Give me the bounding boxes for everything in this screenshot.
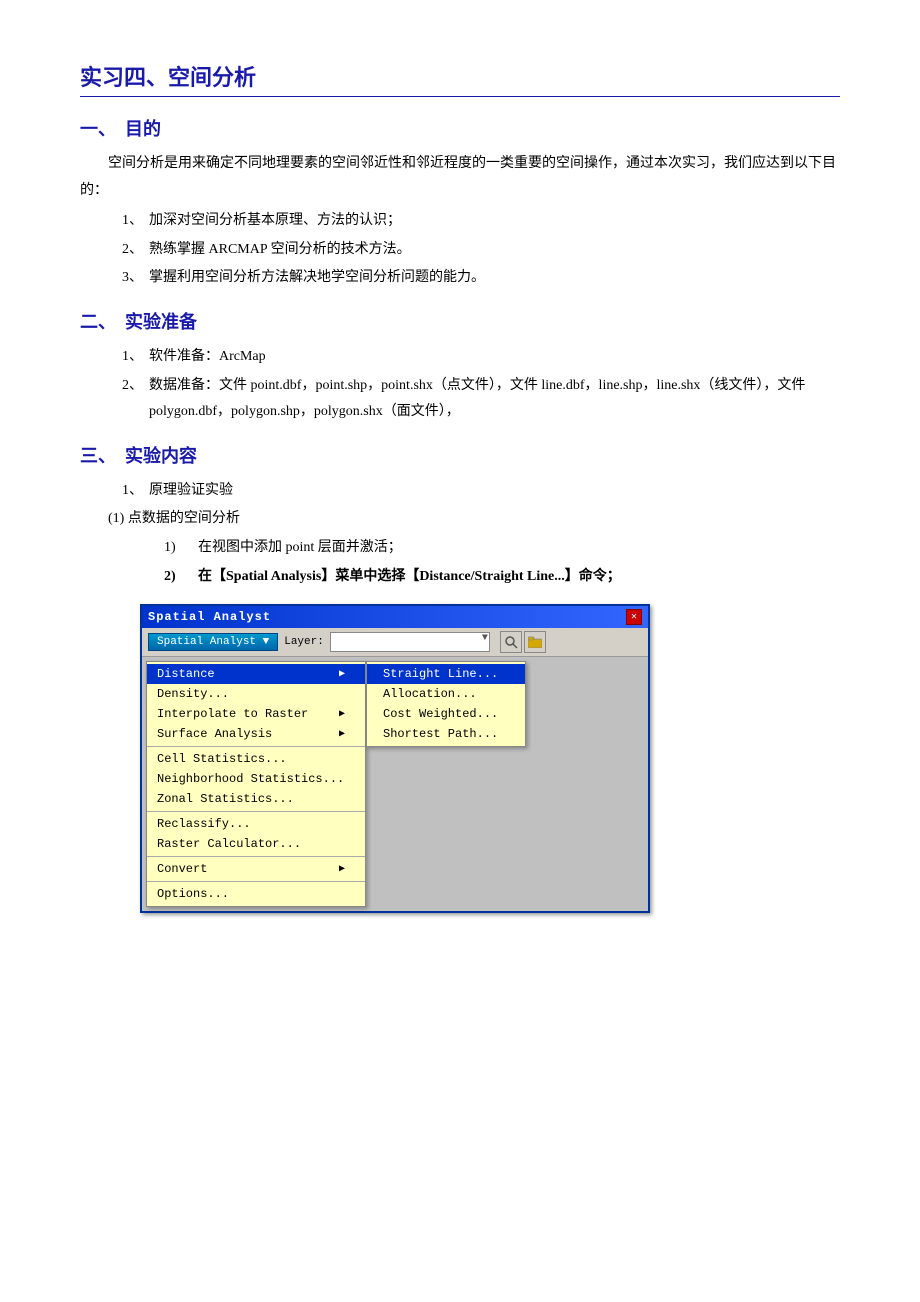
menu-item-label: Surface Analysis bbox=[157, 727, 272, 741]
step-text: 在视图中添加 point 层面并激活； bbox=[198, 535, 402, 562]
magnify-svg bbox=[504, 635, 518, 649]
submenu-arrow: ▶ bbox=[339, 668, 345, 680]
menu-item-density[interactable]: Density... bbox=[147, 684, 365, 704]
section-1: 一、 目的 空间分析是用来确定不同地理要素的空间邻近性和邻近程度的一类重要的空间… bbox=[80, 115, 840, 292]
menu-divider bbox=[147, 811, 365, 812]
toolbar-icons bbox=[500, 631, 546, 653]
arcgis-titlebar: Spatial Analyst ✕ bbox=[142, 606, 648, 628]
arcgis-toolbar: Spatial Analyst ▼ Layer: ▼ bbox=[142, 628, 648, 657]
submenu-arrow: ▶ bbox=[339, 708, 345, 720]
list-item: 1、 原理验证实验 bbox=[108, 478, 840, 505]
menu-item-zonal[interactable]: Zonal Statistics... bbox=[147, 789, 365, 809]
toolbar-btn-label: Spatial Analyst ▼ bbox=[157, 636, 269, 648]
menu-divider bbox=[147, 856, 365, 857]
submenu-item-label: Shortest Path... bbox=[383, 727, 498, 741]
list-text: 软件准备：ArcMap bbox=[149, 344, 840, 371]
section-3-title: 三、 实验内容 bbox=[80, 442, 840, 468]
submenu-item-label: Cost Weighted... bbox=[383, 707, 498, 721]
window-title: Spatial Analyst bbox=[148, 610, 271, 624]
section-1-list: 1、 加深对空间分析基本原理、方法的认识； 2、 熟练掌握 ARCMAP 空间分… bbox=[108, 208, 840, 292]
list-num: 2、 bbox=[108, 237, 143, 264]
section-2: 二、 实验准备 1、 软件准备：ArcMap 2、 数据准备：文件 point.… bbox=[80, 308, 840, 426]
list-num: 1、 bbox=[108, 208, 143, 235]
menu-item-neighborhood[interactable]: Neighborhood Statistics... bbox=[147, 769, 365, 789]
menu-item-label: Neighborhood Statistics... bbox=[157, 772, 344, 786]
list-item: 1、 软件准备：ArcMap bbox=[108, 344, 840, 371]
sub-step-1: 1) 在视图中添加 point 层面并激活； bbox=[164, 535, 840, 562]
submenu-item-label: Straight Line... bbox=[383, 667, 498, 681]
menu-item-label: Cell Statistics... bbox=[157, 752, 287, 766]
folder-svg bbox=[528, 636, 542, 648]
layer-label: Layer: bbox=[284, 636, 324, 648]
menu-item-reclassify[interactable]: Reclassify... bbox=[147, 814, 365, 834]
section-1-intro: 空间分析是用来确定不同地理要素的空间邻近性和邻近程度的一类重要的空间操作，通过本… bbox=[80, 151, 840, 204]
sub-section-label: (1) 点数据的空间分析 bbox=[108, 506, 840, 533]
menu-item-options[interactable]: Options... bbox=[147, 884, 365, 904]
menu-item-label: Zonal Statistics... bbox=[157, 792, 294, 806]
section-3: 三、 实验内容 1、 原理验证实验 (1) 点数据的空间分析 1) 在视图中添加… bbox=[80, 442, 840, 590]
list-item: 2、 熟练掌握 ARCMAP 空间分析的技术方法。 bbox=[108, 237, 840, 264]
toolbar-icon-magnify[interactable] bbox=[500, 631, 522, 653]
sub-step-2: 2) 在【Spatial Analysis】菜单中选择【Distance/Str… bbox=[164, 564, 840, 591]
menu-item-label: Options... bbox=[157, 887, 229, 901]
list-text: 加深对空间分析基本原理、方法的认识； bbox=[149, 208, 840, 235]
section-2-title: 二、 实验准备 bbox=[80, 308, 840, 334]
toolbar-icon-folder[interactable] bbox=[524, 631, 546, 653]
menu-item-label: Interpolate to Raster bbox=[157, 707, 308, 721]
list-num: 3、 bbox=[108, 265, 143, 292]
sub-steps: 1) 在视图中添加 point 层面并激活； 2) 在【Spatial Anal… bbox=[164, 535, 840, 590]
layer-input[interactable] bbox=[330, 632, 490, 652]
close-button[interactable]: ✕ bbox=[626, 609, 642, 625]
list-item: 2、 数据准备：文件 point.dbf，point.shp，point.shx… bbox=[108, 373, 840, 426]
menu-item-label: Convert bbox=[157, 862, 207, 876]
menu-item-distance[interactable]: Distance ▶ bbox=[147, 664, 365, 684]
menu-area: Distance ▶ Density... Interpolate to Ras… bbox=[142, 657, 648, 911]
step-text: 在【Spatial Analysis】菜单中选择【Distance/Straig… bbox=[198, 564, 621, 591]
main-menu: Distance ▶ Density... Interpolate to Ras… bbox=[146, 661, 366, 907]
list-num: 1、 bbox=[108, 478, 143, 505]
menu-divider bbox=[147, 746, 365, 747]
menu-divider bbox=[147, 881, 365, 882]
list-num: 2、 bbox=[108, 373, 143, 426]
menu-item-label: Raster Calculator... bbox=[157, 837, 301, 851]
menu-item-label: Distance bbox=[157, 667, 215, 681]
list-item: 3、 掌握利用空间分析方法解决地学空间分析问题的能力。 bbox=[108, 265, 840, 292]
arcgis-window: Spatial Analyst ✕ Spatial Analyst ▼ Laye… bbox=[140, 604, 650, 913]
list-num: 1、 bbox=[108, 344, 143, 371]
submenu-item-allocation[interactable]: Allocation... bbox=[367, 684, 525, 704]
list-text: 原理验证实验 bbox=[149, 478, 840, 505]
menu-item-convert[interactable]: Convert ▶ bbox=[147, 859, 365, 879]
submenu-item-shortest-path[interactable]: Shortest Path... bbox=[367, 724, 525, 744]
section-1-title: 一、 目的 bbox=[80, 115, 840, 141]
submenu-item-cost-weighted[interactable]: Cost Weighted... bbox=[367, 704, 525, 724]
submenu-distance: Straight Line... Allocation... Cost Weig… bbox=[366, 661, 526, 747]
spatial-analyst-dropdown[interactable]: Spatial Analyst ▼ bbox=[148, 633, 278, 651]
submenu-arrow: ▶ bbox=[339, 728, 345, 740]
list-text: 数据准备：文件 point.dbf，point.shp，point.shx（点文… bbox=[149, 373, 840, 426]
menu-item-interpolate[interactable]: Interpolate to Raster ▶ bbox=[147, 704, 365, 724]
list-item: 1、 加深对空间分析基本原理、方法的认识； bbox=[108, 208, 840, 235]
submenu-item-straight-line[interactable]: Straight Line... bbox=[367, 664, 525, 684]
submenu-arrow: ▶ bbox=[339, 863, 345, 875]
submenu-item-label: Allocation... bbox=[383, 687, 477, 701]
step-num: 2) bbox=[164, 564, 192, 591]
sub-section-text: (1) 点数据的空间分析 bbox=[108, 506, 840, 533]
list-text: 熟练掌握 ARCMAP 空间分析的技术方法。 bbox=[149, 237, 840, 264]
menu-item-cell-stats[interactable]: Cell Statistics... bbox=[147, 749, 365, 769]
menu-item-label: Density... bbox=[157, 687, 229, 701]
step-num: 1) bbox=[164, 535, 192, 562]
menu-item-raster-calc[interactable]: Raster Calculator... bbox=[147, 834, 365, 854]
menu-item-surface[interactable]: Surface Analysis ▶ bbox=[147, 724, 365, 744]
section-2-list: 1、 软件准备：ArcMap 2、 数据准备：文件 point.dbf，poin… bbox=[108, 344, 840, 426]
page-title: 实习四、空间分析 bbox=[80, 60, 840, 97]
menu-item-label: Reclassify... bbox=[157, 817, 251, 831]
list-text: 掌握利用空间分析方法解决地学空间分析问题的能力。 bbox=[149, 265, 840, 292]
section-3-list: 1、 原理验证实验 (1) 点数据的空间分析 1) 在视图中添加 point 层… bbox=[108, 478, 840, 590]
